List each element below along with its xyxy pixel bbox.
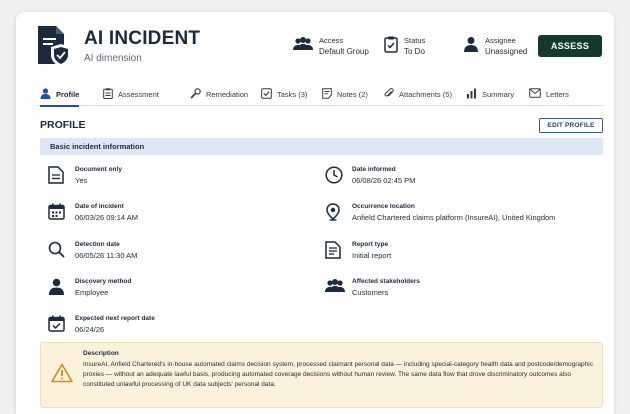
assignee-label: Assignee <box>485 36 516 45</box>
tab-summary[interactable]: Summary <box>466 82 514 106</box>
tab-tasks[interactable]: Tasks (3) <box>261 82 307 106</box>
tab-label: Attachments (5) <box>399 89 452 99</box>
section-label: Basic incident information <box>50 142 145 151</box>
page-title: AI INCIDENT <box>84 28 201 49</box>
field-value: Employee <box>75 288 109 297</box>
description-text: InsureAI, Anfield Chartered's in-house a… <box>83 361 593 388</box>
tab-notes[interactable]: Notes (2) <box>322 82 368 106</box>
field-label: Affected stakeholders <box>352 278 420 285</box>
description-box: Description InsureAI, Anfield Chartered'… <box>40 342 603 408</box>
warning-icon <box>51 363 73 388</box>
field-label: Date of incident <box>75 203 124 210</box>
field-value: 06/05/26 11:30 AM <box>75 251 138 260</box>
tab-label: Assessment <box>118 89 159 99</box>
field-value: 06/03/26 09:14 AM <box>75 213 138 222</box>
active-tab-indicator <box>40 105 80 107</box>
field-label: Discovery method <box>75 278 132 285</box>
incident-card: AI INCIDENT AI dimension Access Default … <box>16 12 614 414</box>
access-value: Default Group <box>319 47 369 56</box>
field-label: Date informed <box>352 166 396 173</box>
field-label: Detection date <box>75 241 120 248</box>
assess-button[interactable]: ASSESS <box>538 35 602 57</box>
document-shield-icon <box>36 24 74 68</box>
section-title: PROFILE <box>40 119 86 131</box>
bar-chart-icon <box>466 88 482 101</box>
location-pin-icon <box>325 203 341 226</box>
envelope-icon <box>529 88 546 100</box>
field-label: Expected next report date <box>75 315 155 322</box>
tab-label: Letters <box>546 89 569 99</box>
wrench-icon <box>190 87 206 101</box>
report-icon <box>325 241 341 264</box>
status-value: To Do <box>404 47 425 56</box>
person-icon <box>463 36 479 52</box>
search-icon <box>48 241 65 263</box>
assignee-info: Assignee Unassigned <box>463 36 527 57</box>
assignee-value: Unassigned <box>485 47 528 56</box>
tab-label: Remediation <box>206 89 249 99</box>
field-label: Report type <box>352 241 389 248</box>
page-subtitle: AI dimension <box>84 53 142 64</box>
calendar-check-icon <box>48 315 65 337</box>
tab-assessment[interactable]: Assessment <box>103 82 159 106</box>
incident-header: AI INCIDENT AI dimension Access Default … <box>16 12 614 76</box>
checkbox-icon <box>261 87 277 101</box>
tab-bar: Profile Assessment Remediation Tasks (3) <box>36 82 604 107</box>
tab-label: Notes (2) <box>337 89 368 99</box>
field-value: Customers <box>352 288 389 297</box>
field-value: Initial report <box>352 251 392 260</box>
access-label: Access <box>319 36 344 45</box>
group-icon <box>325 278 345 299</box>
paperclip-icon <box>384 87 399 101</box>
field-label: Document only <box>75 166 122 173</box>
status-label: Status <box>404 36 426 45</box>
tab-remediation[interactable]: Remediation <box>190 82 248 106</box>
field-value: Anfield Chartered claims platform (Insur… <box>352 213 556 222</box>
edit-profile-button[interactable]: EDIT PROFILE <box>539 118 603 133</box>
field-value: 06/24/26 <box>75 325 105 334</box>
tab-attachments[interactable]: Attachments (5) <box>384 82 452 106</box>
access-info: Access Default Group <box>293 36 369 57</box>
status-info: Status To Do <box>384 36 425 57</box>
clipboard-icon <box>103 87 118 101</box>
section-header-band: Basic incident information <box>40 138 603 155</box>
tab-profile[interactable]: Profile <box>40 82 80 107</box>
person-icon <box>48 278 65 300</box>
document-icon <box>48 166 64 189</box>
clock-icon <box>325 166 343 189</box>
field-value: 06/08/26 02:45 PM <box>352 176 416 185</box>
description-label: Description <box>83 350 119 357</box>
tab-letters[interactable]: Letters <box>529 82 569 106</box>
field-value: Yes <box>75 176 88 185</box>
clipboard-check-icon <box>384 36 398 53</box>
tab-label: Summary <box>482 89 515 99</box>
calendar-icon <box>48 203 65 225</box>
tab-label: Tasks (3) <box>277 89 308 99</box>
group-icon <box>293 36 313 52</box>
note-icon <box>322 87 337 101</box>
tab-label: Profile <box>56 89 80 99</box>
person-icon <box>40 87 56 101</box>
field-label: Occurrence location <box>352 203 415 210</box>
